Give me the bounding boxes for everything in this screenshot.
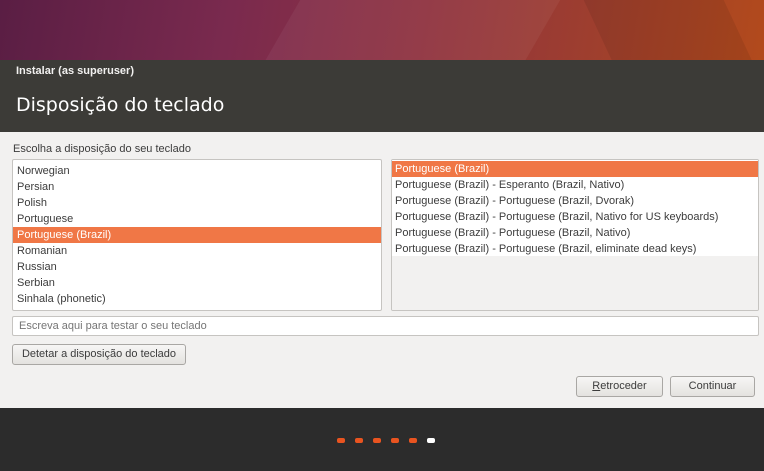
progress-step-dot [355,438,363,443]
desktop-banner [0,0,764,60]
variant-list-item[interactable]: Portuguese (Brazil) - Portuguese (Brazil… [392,225,758,241]
variant-list-item[interactable]: Portuguese (Brazil) - Portuguese (Brazil… [392,209,758,225]
back-button[interactable]: Retroceder [576,376,663,397]
banner-facet [254,0,566,60]
progress-step-dot [409,438,417,443]
layout-prompt: Escolha a disposição do seu teclado [13,143,191,155]
variant-list-item[interactable]: Portuguese (Brazil) - Portuguese (Brazil… [392,193,758,209]
progress-step-dot [373,438,381,443]
layout-list[interactable]: Norwegian Persian Polish Portuguese Portugue… [12,159,382,311]
page-title: Disposição do teclado [16,94,225,116]
variant-list-empty-area [392,256,758,310]
variant-list[interactable]: Portuguese (Brazil) Portuguese (Brazil) -… [391,159,759,311]
layout-list-item[interactable]: Portuguese [13,211,381,227]
variant-list-item[interactable]: Portuguese (Brazil) - Esperanto (Brazil,… [392,177,758,193]
detect-layout-button[interactable]: Detetar a disposição do teclado [12,344,186,365]
progress-step-dot [337,438,345,443]
variant-list-item[interactable]: Portuguese (Brazil) - Portuguese (Brazil… [392,241,758,257]
progress-step-dot [391,438,399,443]
window-title: Instalar (as superuser) [16,65,134,77]
layout-list-item[interactable]: Norwegian [13,163,381,179]
layout-list-item[interactable]: Polish [13,195,381,211]
banner-facet [579,0,761,60]
keyboard-test-input[interactable] [12,316,759,336]
layout-list-item[interactable]: Romanian [13,243,381,259]
footer-bar [0,408,764,471]
layout-list-item[interactable]: Russian [13,259,381,275]
layout-list-item[interactable]: Serbian [13,275,381,291]
layout-list-item[interactable]: Portuguese (Brazil) [13,227,381,243]
continue-button[interactable]: Continuar [670,376,755,397]
layout-list-item[interactable]: Persian [13,179,381,195]
variant-list-item[interactable]: Portuguese (Brazil) [392,161,758,177]
installer-header: Instalar (as superuser) Disposição do te… [0,60,764,132]
main-content: Escolha a disposição do seu teclado Norw… [0,132,764,408]
back-label: etroceder [600,380,647,392]
layout-list-item[interactable]: Sinhala (phonetic) [13,291,381,307]
progress-step-dot [427,438,435,443]
